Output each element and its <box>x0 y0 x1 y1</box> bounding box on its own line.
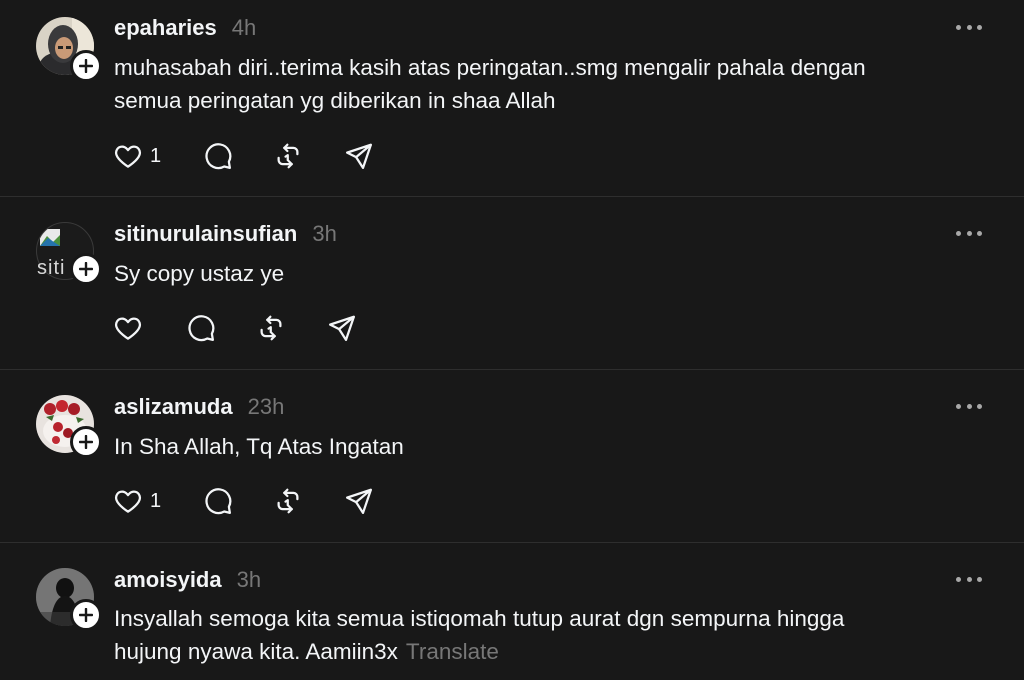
username[interactable]: sitinurulainsufian <box>114 221 297 247</box>
reply-post: aslizamuda 23h In Sha Allah, Tq Atas Ing… <box>0 370 1024 543</box>
username[interactable]: epaharies <box>114 15 217 41</box>
plus-icon <box>79 608 93 622</box>
follow-button[interactable] <box>70 426 102 458</box>
post-text-line: muhasabah diri..terima kasih atas pering… <box>114 55 866 80</box>
username[interactable]: aslizamuda <box>114 394 233 420</box>
translate-link[interactable]: Translate <box>406 639 499 664</box>
like-button[interactable] <box>113 312 143 344</box>
share-button[interactable] <box>344 485 374 517</box>
timestamp[interactable]: 23h <box>248 394 285 420</box>
heart-icon <box>115 317 141 340</box>
repost-icon <box>277 143 299 169</box>
repost-button[interactable] <box>273 485 303 517</box>
reply-button[interactable] <box>186 312 216 344</box>
reply-post: siti sitinurulainsufian 3h Sy copy ustaz… <box>0 197 1024 370</box>
more-options-button[interactable] <box>956 574 982 584</box>
repost-button[interactable] <box>273 140 303 172</box>
post-text-line: hujung nyawa kita. Aamiin3x Translate <box>114 635 994 668</box>
reply-button[interactable] <box>203 485 233 517</box>
post-text: In Sha Allah, Tq Atas Ingatan <box>114 430 994 463</box>
heart-icon <box>115 145 141 168</box>
comment-bubble-icon <box>205 143 232 170</box>
comment-bubble-icon <box>205 488 232 515</box>
comment-bubble-icon <box>188 315 215 342</box>
plus-icon <box>79 435 93 449</box>
more-options-button[interactable] <box>956 228 982 238</box>
timestamp[interactable]: 3h <box>237 567 261 593</box>
reply-button[interactable] <box>203 140 233 172</box>
username[interactable]: amoisyida <box>114 567 222 593</box>
more-dots-icon <box>956 230 961 236</box>
post-text: Sy copy ustaz ye <box>114 257 994 290</box>
reply-post: epaharies 4h muhasabah diri..terima kasi… <box>0 0 1024 197</box>
like-count: 1 <box>150 144 162 167</box>
timestamp[interactable]: 4h <box>232 15 256 41</box>
more-options-button[interactable] <box>956 22 982 32</box>
like-count: 1 <box>150 489 162 512</box>
repost-icon <box>260 315 282 341</box>
share-button[interactable] <box>327 312 357 344</box>
send-icon <box>346 488 372 514</box>
post-text-line: In Sha Allah, Tq Atas Ingatan <box>114 434 404 459</box>
share-button[interactable] <box>344 140 374 172</box>
timestamp[interactable]: 3h <box>312 221 336 247</box>
post-header: sitinurulainsufian 3h <box>114 221 337 247</box>
post-header: aslizamuda 23h <box>114 394 284 420</box>
repost-button[interactable] <box>256 312 286 344</box>
post-text: Insyallah semoga kita semua istiqomah tu… <box>114 602 994 668</box>
heart-icon <box>115 490 141 513</box>
post-text-line: Sy copy ustaz ye <box>114 261 285 286</box>
follow-button[interactable] <box>70 50 102 82</box>
post-header: amoisyida 3h <box>114 567 261 593</box>
post-text-line: Insyallah semoga kita semua istiqomah tu… <box>114 606 845 631</box>
post-text-line: semua peringatan yg diberikan in shaa Al… <box>114 88 556 113</box>
more-dots-icon <box>956 24 961 30</box>
more-options-button[interactable] <box>956 401 982 411</box>
more-dots-icon <box>956 403 961 409</box>
like-button[interactable]: 1 <box>113 485 161 517</box>
avatar-alt-text: siti <box>37 257 66 279</box>
more-dots-icon <box>956 576 961 582</box>
like-button[interactable]: 1 <box>113 140 161 172</box>
follow-button[interactable] <box>70 599 102 631</box>
plus-icon <box>79 262 93 276</box>
post-text: muhasabah diri..terima kasih atas pering… <box>114 51 994 117</box>
send-icon <box>329 315 355 341</box>
send-icon <box>346 143 372 169</box>
follow-button[interactable] <box>70 253 102 285</box>
repost-icon <box>277 488 299 514</box>
reply-post: amoisyida 3h Insyallah semoga kita semua… <box>0 543 1024 680</box>
post-text-line-content: hujung nyawa kita. Aamiin3x <box>114 639 398 664</box>
post-header: epaharies 4h <box>114 15 256 41</box>
plus-icon <box>79 59 93 73</box>
